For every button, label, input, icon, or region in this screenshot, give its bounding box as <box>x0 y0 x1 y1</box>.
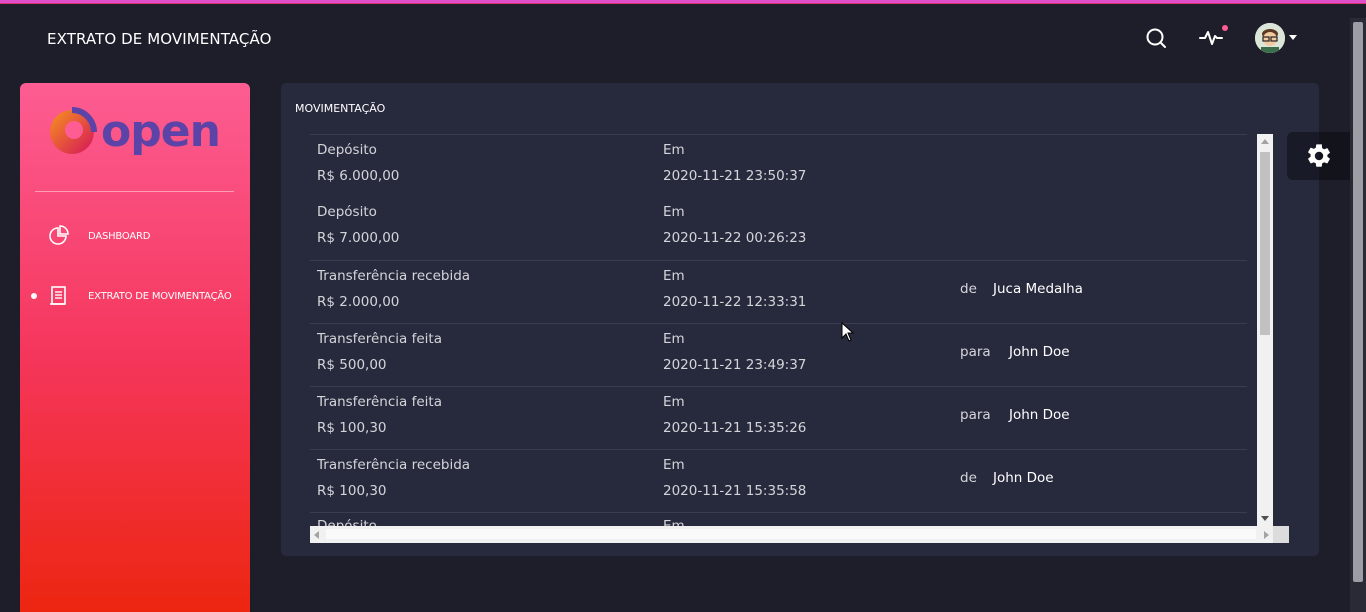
movement-type: Transferência recebida <box>317 457 471 473</box>
scroll-down-arrow-icon[interactable] <box>1261 516 1269 521</box>
sidebar-divider <box>35 191 234 192</box>
top-accent-bar <box>0 0 1366 4</box>
page-title: EXTRATO DE MOVIMENTAÇÃO <box>47 30 272 48</box>
party-name: Juca Medalha <box>993 281 1083 297</box>
gear-icon <box>1307 144 1330 167</box>
movement-table-body[interactable]: Depósito R$ 6.000,00 Em 2020-11-21 23:50… <box>310 134 1273 526</box>
party-prefix: de <box>960 281 977 297</box>
table-horizontal-scrollbar[interactable] <box>310 526 1273 543</box>
user-menu[interactable] <box>1255 23 1297 53</box>
sidebar-item-dashboard[interactable]: DASHBOARD <box>20 221 250 251</box>
movement-type: Transferência recebida <box>317 268 471 284</box>
date-label: Em <box>663 457 685 473</box>
movement-amount: R$ 100,30 <box>317 420 387 436</box>
movement-type: Depósito <box>317 518 377 526</box>
avatar[interactable] <box>1255 23 1285 53</box>
table-row: Depósito Em <box>310 512 1247 526</box>
search-icon[interactable] <box>1143 25 1169 51</box>
activity-icon[interactable] <box>1198 25 1224 51</box>
active-indicator <box>31 293 37 299</box>
scroll-right-arrow-icon[interactable] <box>1264 531 1269 539</box>
date-label: Em <box>663 142 685 158</box>
settings-button[interactable] <box>1287 132 1350 180</box>
date-label: Em <box>663 518 685 526</box>
movement-date: 2020-11-22 00:26:23 <box>663 230 807 246</box>
search-icon-svg <box>1146 28 1166 48</box>
caret-down-icon[interactable] <box>1289 35 1297 41</box>
movement-type: Transferência feita <box>317 331 442 347</box>
date-label: Em <box>663 331 685 347</box>
sidebar-item-label: EXTRATO DE MOVIMENTAÇÃO <box>88 290 232 302</box>
movement-amount: R$ 500,00 <box>317 357 387 373</box>
table-row: Transferência recebida R$ 100,30 Em 2020… <box>310 449 1247 512</box>
page-scrollbar-thumb[interactable] <box>1353 22 1363 582</box>
document-icon <box>50 286 66 305</box>
table-row: Transferência feita R$ 500,00 Em 2020-11… <box>310 323 1247 386</box>
movement-amount: R$ 6.000,00 <box>317 168 400 184</box>
party-prefix: para <box>960 344 991 360</box>
date-label: Em <box>663 394 685 410</box>
chart-pie-icon <box>49 225 69 245</box>
table-vertical-scrollbar[interactable] <box>1257 134 1273 526</box>
scroll-left-arrow-icon[interactable] <box>314 531 319 539</box>
sidebar-item-extrato[interactable]: EXTRATO DE MOVIMENTAÇÃO <box>20 281 250 311</box>
logo: open <box>47 106 221 157</box>
party-name: John Doe <box>1009 344 1070 360</box>
scroll-up-arrow-icon[interactable] <box>1261 139 1269 144</box>
party-prefix: para <box>960 407 991 423</box>
movement-amount: R$ 7.000,00 <box>317 230 400 246</box>
scrollbar-corner <box>1273 526 1289 543</box>
card-title: MOVIMENTAÇÃO <box>295 102 386 115</box>
movement-type: Depósito <box>317 204 377 220</box>
movement-date: 2020-11-21 23:50:37 <box>663 168 807 184</box>
date-label: Em <box>663 268 685 284</box>
table-row: Transferência recebida R$ 2.000,00 Em 20… <box>310 260 1247 323</box>
party-name: John Doe <box>1009 407 1070 423</box>
movement-amount: R$ 2.000,00 <box>317 294 400 310</box>
party-name: John Doe <box>993 470 1054 486</box>
sidebar: open DASHBOARD EXTRATO DE MOVIMENTAÇÃO <box>20 83 250 612</box>
date-label: Em <box>663 204 685 220</box>
movement-table: Depósito R$ 6.000,00 Em 2020-11-21 23:50… <box>310 134 1289 545</box>
table-vertical-scrollbar-thumb[interactable] <box>1260 152 1270 335</box>
movement-date: 2020-11-21 15:35:58 <box>663 483 807 499</box>
movement-date: 2020-11-21 23:49:37 <box>663 357 807 373</box>
avatar-image <box>1255 23 1285 53</box>
movement-type: Transferência feita <box>317 394 442 410</box>
table-horizontal-scrollbar-thumb[interactable] <box>326 529 1256 539</box>
page-scrollbar[interactable] <box>1350 18 1366 612</box>
movement-card: MOVIMENTAÇÃO Depósito R$ 6.000,00 Em 202… <box>281 83 1319 556</box>
movement-amount: R$ 100,30 <box>317 483 387 499</box>
movement-date: 2020-11-21 15:35:26 <box>663 420 807 436</box>
sidebar-item-label: DASHBOARD <box>88 230 151 242</box>
table-row: Transferência feita R$ 100,30 Em 2020-11… <box>310 386 1247 449</box>
notification-dot <box>1222 25 1228 31</box>
table-row: Depósito R$ 6.000,00 Em 2020-11-21 23:50… <box>310 134 1247 197</box>
party-prefix: de <box>960 470 977 486</box>
mouse-cursor-icon <box>841 322 855 342</box>
table-row: Depósito R$ 7.000,00 Em 2020-11-22 00:26… <box>310 197 1247 260</box>
logo-mark-icon <box>50 107 97 154</box>
logo-text: open <box>101 106 221 157</box>
activity-icon-svg <box>1199 31 1223 45</box>
movement-date: 2020-11-22 12:33:31 <box>663 294 807 310</box>
movement-type: Depósito <box>317 142 377 158</box>
